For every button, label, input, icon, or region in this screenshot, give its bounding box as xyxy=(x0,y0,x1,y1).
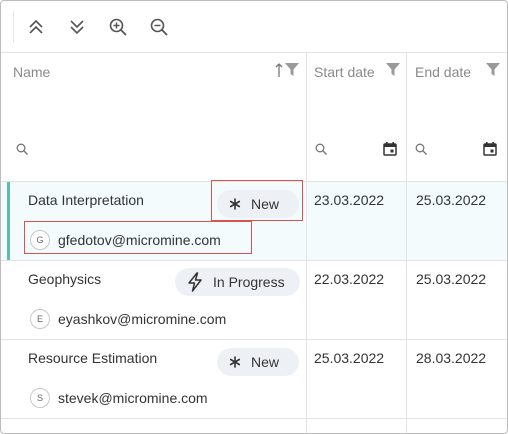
column-header-end-date[interactable]: End date xyxy=(415,64,471,80)
task-grid-panel: Name Start date End date Data Interpreta… xyxy=(0,0,508,434)
expand-all-button[interactable] xyxy=(65,15,89,39)
start-date-cell[interactable]: 23.03.2022 xyxy=(314,192,384,208)
filter-icon[interactable] xyxy=(386,63,400,77)
filter-icon[interactable] xyxy=(486,63,500,77)
toolbar-divider xyxy=(13,11,14,43)
row-divider xyxy=(1,260,507,261)
lightning-icon xyxy=(188,272,202,292)
zoom-in-icon xyxy=(109,18,127,36)
row-divider xyxy=(1,339,507,340)
start-date-cell[interactable]: 22.03.2022 xyxy=(314,271,384,287)
column-divider xyxy=(306,53,307,433)
zoom-in-button[interactable] xyxy=(106,15,130,39)
zoom-out-button[interactable] xyxy=(147,15,171,39)
column-header-name[interactable]: Name xyxy=(13,64,50,80)
sort-arrow-icon[interactable] xyxy=(275,62,283,78)
column-divider xyxy=(406,53,407,433)
asterisk-icon xyxy=(229,356,241,368)
zoom-out-icon xyxy=(150,18,168,36)
task-name[interactable]: Data Interpretation xyxy=(28,192,144,208)
calendar-icon[interactable] xyxy=(483,142,497,156)
row-divider xyxy=(1,418,507,419)
assignee-email: eyashkov@micromine.com xyxy=(58,311,227,327)
assignee-highlight-box xyxy=(24,221,252,254)
status-label: In Progress xyxy=(213,274,285,290)
task-name[interactable]: Geophysics xyxy=(28,271,101,287)
task-grid: Name Start date End date Data Interpreta… xyxy=(1,53,507,433)
chevrons-up-icon xyxy=(29,19,43,34)
status-badge[interactable]: In Progress xyxy=(175,268,300,296)
search-icon[interactable] xyxy=(415,143,427,155)
filter-icon[interactable] xyxy=(285,63,299,77)
assignee[interactable]: E eyashkov@micromine.com xyxy=(30,309,226,329)
status-label: New xyxy=(251,354,280,370)
start-date-cell[interactable]: 25.03.2022 xyxy=(314,350,384,366)
calendar-icon[interactable] xyxy=(383,142,397,156)
collapse-all-button[interactable] xyxy=(24,15,48,39)
status-highlight-box xyxy=(211,180,303,221)
task-name[interactable]: Resource Estimation xyxy=(28,350,157,366)
end-date-cell[interactable]: 25.03.2022 xyxy=(416,192,486,208)
end-date-cell[interactable]: 25.03.2022 xyxy=(416,271,486,287)
avatar: E xyxy=(30,309,50,329)
status-badge[interactable]: New xyxy=(217,348,299,376)
avatar: S xyxy=(30,388,50,408)
search-icon[interactable] xyxy=(315,143,327,155)
end-date-cell[interactable]: 28.03.2022 xyxy=(416,350,486,366)
assignee-email: stevek@micromine.com xyxy=(58,390,208,406)
chevrons-down-icon xyxy=(70,20,84,35)
toolbar xyxy=(1,1,507,53)
column-header-start-date[interactable]: Start date xyxy=(314,64,375,80)
assignee[interactable]: S stevek@micromine.com xyxy=(30,388,208,408)
search-icon[interactable] xyxy=(16,143,28,155)
selected-row-indicator xyxy=(7,181,10,261)
